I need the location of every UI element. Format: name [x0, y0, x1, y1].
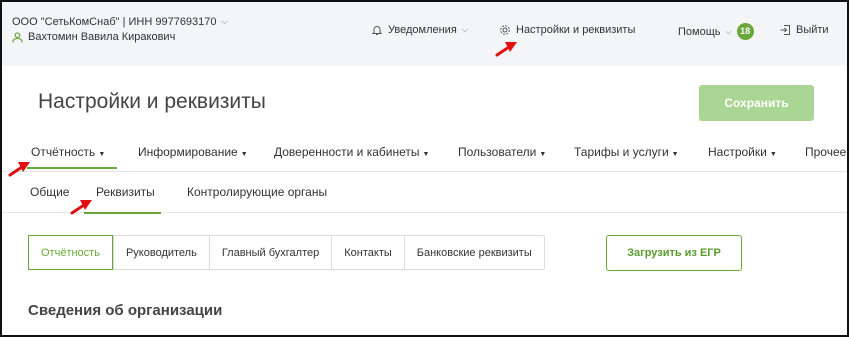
sub-nav-item-regulators[interactable]: Контролирующие органы: [187, 185, 327, 199]
chevron-down-icon: ⌵: [221, 17, 228, 26]
chevron-down-icon: ⌵: [725, 26, 732, 36]
segment-reporting[interactable]: Отчётность: [28, 235, 113, 270]
sub-nav-label: Контролирующие органы: [187, 185, 328, 199]
caret-down-icon: ▼: [422, 151, 430, 158]
caret-down-icon: ▼: [539, 151, 547, 158]
help-badge: 18: [736, 23, 754, 40]
user-row[interactable]: Вахтомин Вавила Киракович: [12, 31, 228, 43]
notifications-menu[interactable]: Уведомления ⌵: [371, 24, 468, 36]
main-nav-label: Прочее: [805, 145, 847, 159]
caret-down-icon: ▼: [98, 151, 106, 158]
user-icon: [12, 31, 23, 43]
segment-bank-details[interactable]: Банковские реквизиты: [403, 236, 544, 269]
main-nav-label: Информирование: [138, 145, 238, 159]
org-name: ООО "СетьКомСнаб" | ИНН 9977693170: [12, 16, 217, 28]
load-from-egr-button[interactable]: Загрузить из ЕГР: [606, 235, 742, 271]
logout-label: Выйти: [796, 24, 829, 36]
main-nav-label: Тарифы и услуги: [574, 145, 669, 159]
user-name: Вахтомин Вавила Киракович: [28, 31, 176, 43]
annotation-arrow-icon: [70, 200, 92, 215]
caret-down-icon: ▼: [240, 151, 248, 158]
gear-icon: [500, 25, 510, 35]
sub-nav-item-general[interactable]: Общие: [30, 185, 69, 199]
help-label: Помощь: [678, 25, 721, 38]
sub-nav-label: Общие: [30, 185, 70, 199]
main-nav-item-settings[interactable]: Настройки ▼: [708, 145, 777, 159]
segment-director[interactable]: Руководитель: [112, 236, 209, 269]
page-title: Настройки и реквизиты: [38, 90, 266, 113]
org-selector[interactable]: ООО "СетьКомСнаб" | ИНН 9977693170 ⌵: [12, 16, 228, 28]
segment-contacts[interactable]: Контакты: [331, 236, 404, 269]
segment-label: Главный бухгалтер: [221, 246, 320, 259]
main-nav-label: Настройки: [708, 145, 767, 159]
main-nav-label: Отчётность: [31, 145, 96, 159]
main-nav-item-users[interactable]: Пользователи ▼: [458, 145, 546, 159]
chevron-down-icon: ⌵: [461, 25, 468, 34]
bell-icon: [371, 26, 383, 35]
segment-label: Руководитель: [125, 246, 197, 259]
logout-link[interactable]: Выйти: [779, 24, 829, 36]
segment-label: Контакты: [344, 246, 392, 259]
org-block[interactable]: ООО "СетьКомСнаб" | ИНН 9977693170 ⌵ Вах…: [12, 16, 228, 43]
logout-icon: [780, 25, 790, 35]
main-nav-item-other[interactable]: Прочее: [805, 145, 846, 159]
segment-label: Банковские реквизиты: [416, 246, 532, 259]
main-nav: Отчётность ▼ Информирование ▼ Доверенности…: [2, 136, 847, 172]
top-header: ООО "СетьКомСнаб" | ИНН 9977693170 ⌵ Вах…: [2, 2, 847, 66]
annotation-arrow-icon: [8, 162, 30, 177]
main-nav-item-powers[interactable]: Доверенности и кабинеты ▼: [274, 145, 429, 159]
annotation-arrow-icon: [495, 42, 517, 57]
settings-label: Настройки и реквизиты: [516, 24, 636, 36]
caret-down-icon: ▼: [769, 151, 777, 158]
caret-down-icon: ▼: [671, 151, 679, 158]
segment-chief-accountant[interactable]: Главный бухгалтер: [208, 236, 331, 269]
sub-nav: Общие Реквизиты Контролирующие органы: [2, 173, 847, 214]
help-menu[interactable]: Помощь ⌵ 18: [678, 23, 754, 40]
sub-nav-label: Реквизиты: [96, 185, 155, 199]
sub-nav-item-requisites[interactable]: Реквизиты: [84, 185, 161, 214]
requisites-segmented-tabs: Отчётность Руководитель Главный бухгалте…: [28, 235, 545, 270]
settings-link[interactable]: Настройки и реквизиты: [499, 24, 635, 36]
main-nav-label: Доверенности и кабинеты: [274, 145, 420, 159]
save-button[interactable]: Сохранить: [699, 85, 814, 121]
notifications-label: Уведомления: [388, 24, 457, 36]
page-frame: ООО "СетьКомСнаб" | ИНН 9977693170 ⌵ Вах…: [0, 0, 849, 337]
main-nav-item-tariffs[interactable]: Тарифы и услуги ▼: [574, 145, 679, 159]
section-title: Сведения об организации: [28, 302, 223, 319]
main-nav-label: Пользователи: [458, 145, 537, 159]
segment-label: Отчётность: [41, 246, 100, 259]
main-nav-item-informing[interactable]: Информирование ▼: [138, 145, 248, 159]
main-nav-item-reporting[interactable]: Отчётность ▼: [26, 145, 118, 169]
